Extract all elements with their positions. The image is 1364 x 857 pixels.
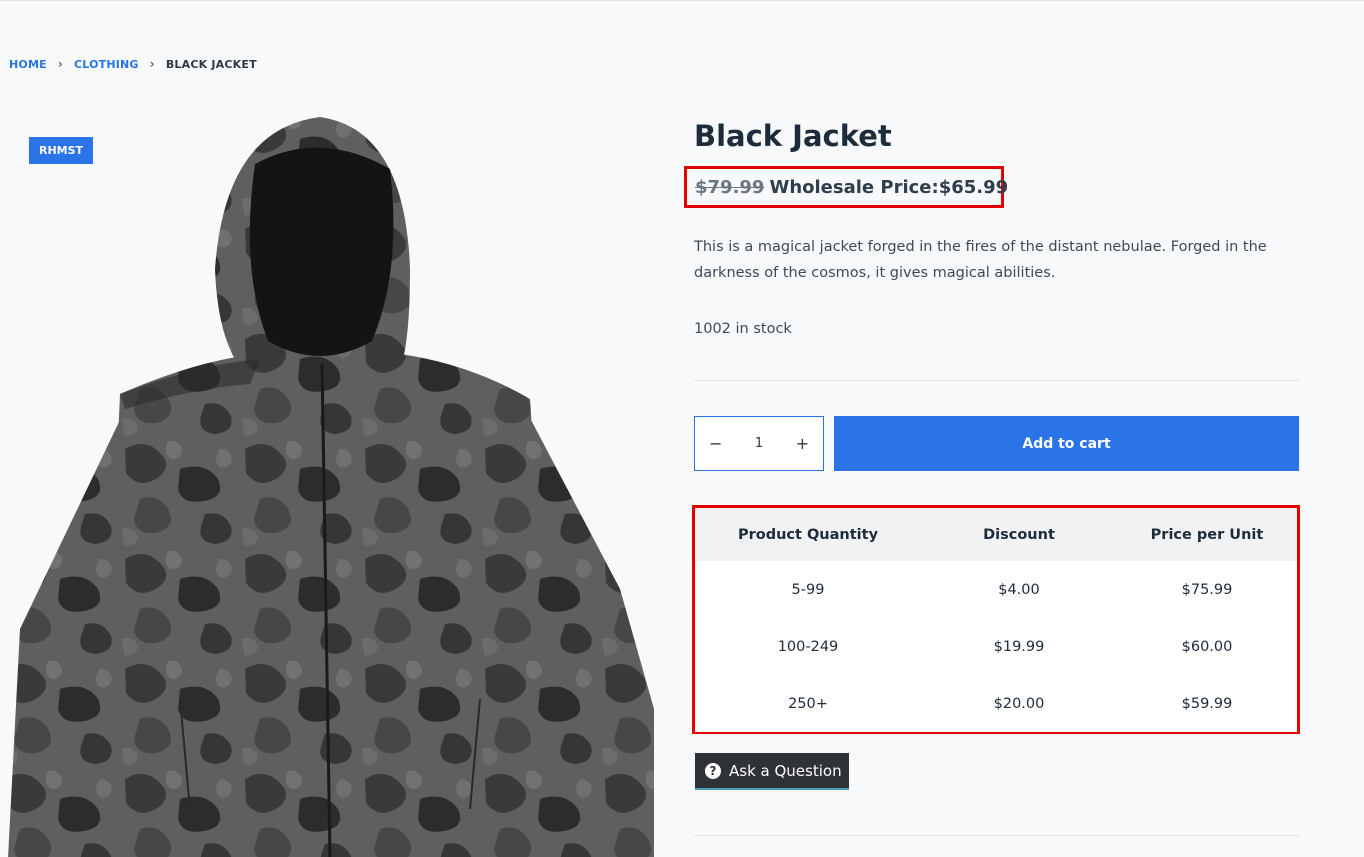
product-title: Black Jacket xyxy=(694,119,892,153)
decrease-quantity-button[interactable]: − xyxy=(709,434,722,453)
table-header-row: Product Quantity Discount Price per Unit xyxy=(695,508,1297,561)
breadcrumb-home-link[interactable]: HOME xyxy=(9,58,47,71)
table-cell: 250+ xyxy=(695,675,921,732)
table-row: 5-99 $4.00 $75.99 xyxy=(695,561,1297,618)
question-icon: ? xyxy=(705,762,721,779)
product-image[interactable] xyxy=(0,109,654,857)
ask-question-label: Ask a Question xyxy=(729,761,842,780)
table-cell: $75.99 xyxy=(1117,561,1297,618)
divider xyxy=(694,380,1299,381)
table-cell: $59.99 xyxy=(1117,675,1297,732)
breadcrumb: HOME › CLOTHING › BLACK JACKET xyxy=(9,57,257,71)
stock-status: 1002 in stock xyxy=(694,321,792,337)
quantity-value[interactable]: 1 xyxy=(755,436,763,451)
table-row: 100-249 $19.99 $60.00 xyxy=(695,618,1297,675)
table-cell: 5-99 xyxy=(695,561,921,618)
pricing-table: Product Quantity Discount Price per Unit… xyxy=(692,505,1300,734)
ask-question-button[interactable]: ? Ask a Question xyxy=(695,753,849,790)
hooded-jacket-camo-image xyxy=(8,117,654,857)
column-header: Discount xyxy=(921,508,1117,561)
table-cell: $20.00 xyxy=(921,675,1117,732)
old-price: $79.99 xyxy=(695,176,765,198)
table-cell: $4.00 xyxy=(921,561,1117,618)
product-description: This is a magical jacket forged in the f… xyxy=(694,239,1267,281)
column-header: Price per Unit xyxy=(1117,508,1297,561)
column-header: Product Quantity xyxy=(695,508,921,561)
increase-quantity-button[interactable]: + xyxy=(796,434,809,453)
table-row: 250+ $20.00 $59.99 xyxy=(695,675,1297,732)
product-badge: RHMST xyxy=(29,137,94,164)
breadcrumb-clothing-link[interactable]: CLOTHING xyxy=(74,58,139,71)
wholesale-price: Wholesale Price:$65.99 xyxy=(769,176,1009,198)
divider xyxy=(694,835,1299,836)
price-box: $79.99 Wholesale Price:$65.99 xyxy=(684,166,1008,208)
table-cell: $60.00 xyxy=(1117,618,1297,675)
breadcrumb-current: BLACK JACKET xyxy=(165,57,257,71)
chevron-right-icon: › xyxy=(57,57,63,71)
add-to-cart-button[interactable]: Add to cart xyxy=(834,416,1299,471)
table-cell: 100-249 xyxy=(695,618,921,675)
quantity-stepper[interactable]: − 1 + xyxy=(694,416,824,471)
chevron-right-icon: › xyxy=(149,57,155,71)
table-cell: $19.99 xyxy=(921,618,1117,675)
